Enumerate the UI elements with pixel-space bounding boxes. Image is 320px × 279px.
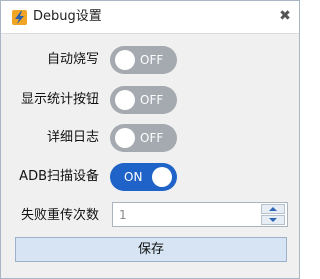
toggle-knob [152,167,172,187]
fail-retry-spinbox [112,202,288,227]
window-title: Debug设置 [33,9,102,24]
auto-flash-label: 自动烧写 [46,52,99,67]
toggle-knob [115,50,135,70]
adb-scan-label: ADB扫描设备 [19,169,99,184]
decrement-button[interactable] [261,215,285,225]
verbose-log-label: 详细日志 [46,130,99,145]
lightning-app-icon [12,10,27,25]
increment-button[interactable] [261,204,285,214]
toggle-state-text: OFF [140,93,164,107]
adb-scan-toggle[interactable]: ON [110,163,177,191]
toggle-state-text: ON [124,170,143,184]
save-button[interactable]: 保存 [15,237,287,262]
toggle-state-text: OFF [140,131,164,145]
title-bar[interactable]: Debug设置 ✖ [1,1,299,34]
auto-flash-toggle[interactable]: OFF [110,46,177,74]
debug-settings-dialog: Debug设置 ✖ 自动烧写 OFF 显示统计按钮 OFF 详细日志 OFF A… [0,0,300,279]
close-icon[interactable]: ✖ [276,7,294,25]
verbose-log-toggle[interactable]: OFF [110,124,177,152]
toggle-knob [115,90,135,110]
fail-retry-input[interactable] [119,206,259,223]
toggle-knob [115,128,135,148]
arrow-up-icon [269,207,277,211]
fail-retry-label: 失败重传次数 [20,208,99,223]
arrow-down-icon [269,218,277,222]
show-stats-button-toggle[interactable]: OFF [110,86,177,114]
toggle-state-text: OFF [140,53,164,67]
show-stats-button-label: 显示统计按钮 [20,92,99,107]
